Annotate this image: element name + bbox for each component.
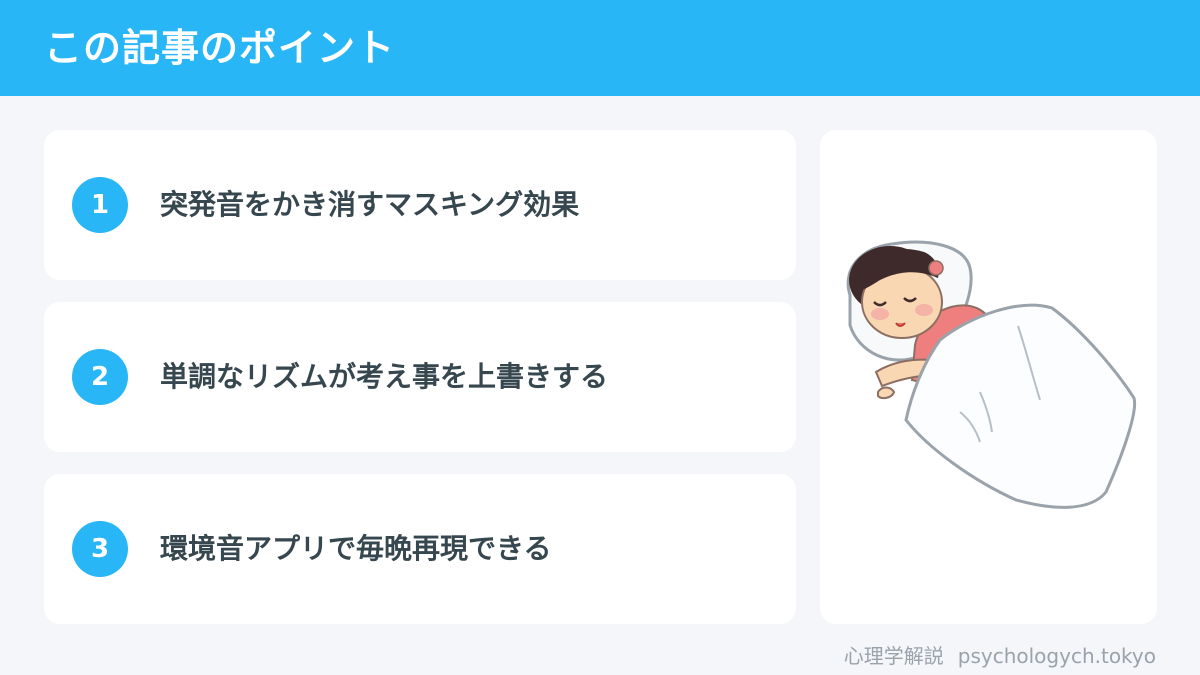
- point-text: 単調なリズムが考え事を上書きする: [160, 360, 609, 393]
- footer-credit: 心理学解説 psychologych.tokyo: [844, 643, 1156, 669]
- illustration-card: [820, 130, 1157, 624]
- point-text: 環境音アプリで毎晩再現できる: [160, 532, 552, 565]
- point-number-badge: 3: [72, 521, 128, 577]
- point-card-1: 1 突発音をかき消すマスキング効果: [44, 130, 796, 280]
- header-bar: この記事のポイント: [0, 0, 1200, 96]
- point-text: 突発音をかき消すマスキング効果: [160, 188, 580, 221]
- footer-site-name: 心理学解説: [843, 644, 944, 668]
- point-card-2: 2 単調なリズムが考え事を上書きする: [44, 302, 796, 452]
- cheek-shape: [915, 304, 933, 316]
- page-title: この記事のポイント: [44, 26, 396, 70]
- mouth-shape: [895, 322, 906, 327]
- point-number-badge: 1: [72, 177, 128, 233]
- hair-clip-shape: [928, 260, 944, 276]
- cheek-shape: [871, 308, 889, 320]
- footer-domain: psychologych.tokyo: [957, 644, 1156, 668]
- hand-shape: [877, 386, 896, 400]
- sleeping-girl-illustration: [846, 240, 1137, 509]
- point-card-3: 3 環境音アプリで毎晩再現できる: [44, 474, 796, 624]
- point-number-badge: 2: [72, 349, 128, 405]
